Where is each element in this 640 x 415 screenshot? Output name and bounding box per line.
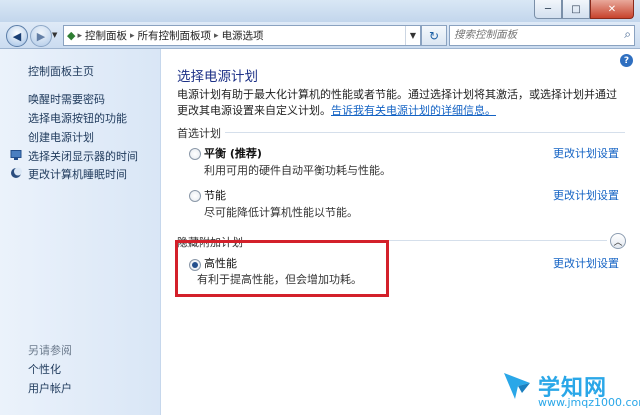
- breadcrumb-all-items[interactable]: 所有控制面板项: [135, 28, 215, 43]
- sidebar-item-sleep-time[interactable]: 更改计算机睡眠时间: [28, 166, 127, 182]
- see-also-personalization[interactable]: 个性化: [28, 361, 61, 377]
- search-box[interactable]: ⌕: [449, 25, 635, 46]
- monitor-icon: [10, 150, 22, 160]
- see-also-heading: 另请参阅: [28, 344, 72, 357]
- preferred-plans-heading: 首选计划: [177, 127, 221, 140]
- plan-balanced-radio[interactable]: [189, 148, 201, 160]
- see-also-user-accounts[interactable]: 用户帐户: [28, 380, 72, 396]
- plan-power-saver-settings-link[interactable]: 更改计划设置: [553, 187, 619, 203]
- page-title: 选择电源计划: [177, 69, 258, 85]
- control-panel-icon: ◆: [67, 29, 76, 42]
- sidebar-item-power-button[interactable]: 选择电源按钮的功能: [28, 110, 127, 126]
- close-button[interactable]: ✕: [590, 0, 634, 19]
- address-dropdown-icon[interactable]: ▼: [405, 26, 420, 45]
- search-input[interactable]: [450, 26, 618, 43]
- search-icon[interactable]: ⌕: [624, 27, 631, 42]
- plan-balanced-settings-link[interactable]: 更改计划设置: [553, 145, 619, 161]
- sidebar: 控制面板主页 唤醒时需要密码 选择电源按钮的功能 创建电源计划 选择关闭显示器的…: [0, 49, 161, 415]
- navigation-bar: ◀ ▶ ▼ ◆ ▸ 控制面板 ▸ 所有控制面板项 ▸ 电源选项 ▼ ↻ ⌕: [0, 22, 640, 49]
- learn-more-link[interactable]: 告诉我有关电源计划的详细信息。: [331, 104, 496, 117]
- collapse-chevron-icon[interactable]: ︿: [610, 233, 626, 249]
- sidebar-item-create-plan[interactable]: 创建电源计划: [28, 129, 94, 145]
- forward-button[interactable]: ▶: [30, 25, 52, 47]
- minimize-button[interactable]: ─: [534, 0, 562, 19]
- refresh-icon: ↻: [428, 28, 440, 43]
- page-description: 电源计划有助于最大化计算机的性能或者节能。通过选择计划将其激活，或选择计划并通过…: [177, 87, 627, 119]
- watermark-logo-icon: [504, 373, 530, 399]
- highlight-box: [175, 240, 389, 297]
- watermark-url: www.jmqz1000.com: [538, 396, 640, 409]
- moon-icon: [11, 167, 22, 178]
- plan-power-saver-desc: 尽可能降低计算机性能以节能。: [204, 206, 358, 219]
- sidebar-item-wake-password[interactable]: 唤醒时需要密码: [28, 91, 105, 107]
- breadcrumb-power-options[interactable]: 电源选项: [219, 28, 267, 43]
- plan-power-saver-radio[interactable]: [189, 190, 201, 202]
- plan-high-performance-settings-link[interactable]: 更改计划设置: [553, 255, 619, 271]
- help-icon[interactable]: ?: [620, 54, 633, 67]
- breadcrumb-control-panel[interactable]: 控制面板: [82, 28, 130, 43]
- title-bar: ─ □ ✕: [0, 0, 640, 22]
- sidebar-home-link[interactable]: 控制面板主页: [28, 63, 94, 79]
- maximize-button[interactable]: □: [562, 0, 590, 19]
- divider: [225, 132, 625, 133]
- back-arrow-icon: ◀: [12, 29, 22, 43]
- recent-pages-dropdown-icon[interactable]: ▼: [52, 31, 57, 39]
- back-button[interactable]: ◀: [6, 25, 28, 47]
- forward-arrow-icon: ▶: [36, 29, 46, 43]
- plan-power-saver-name[interactable]: 节能: [204, 187, 226, 203]
- sidebar-item-display-off[interactable]: 选择关闭显示器的时间: [28, 148, 138, 164]
- address-bar[interactable]: ◆ ▸ 控制面板 ▸ 所有控制面板项 ▸ 电源选项 ▼: [63, 25, 421, 46]
- main-content: ? 选择电源计划 电源计划有助于最大化计算机的性能或者节能。通过选择计划将其激活…: [161, 49, 640, 415]
- window-controls: ─ □ ✕: [534, 0, 634, 19]
- plan-balanced-name[interactable]: 平衡 (推荐): [204, 145, 262, 161]
- refresh-button[interactable]: ↻: [421, 25, 447, 46]
- plan-balanced-desc: 利用可用的硬件自动平衡功耗与性能。: [204, 164, 391, 177]
